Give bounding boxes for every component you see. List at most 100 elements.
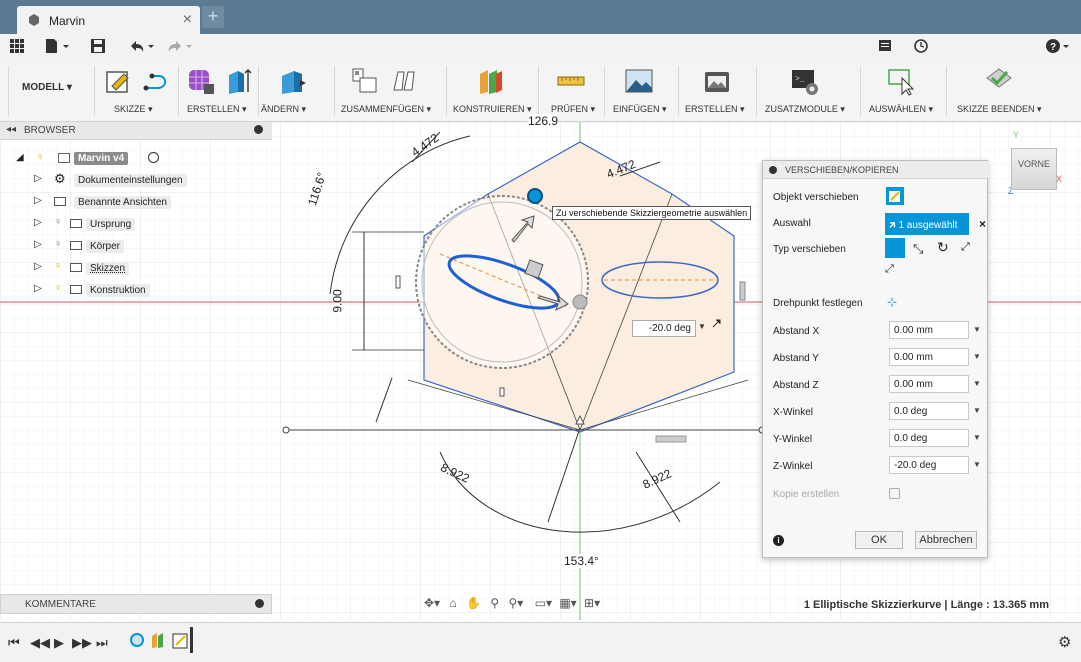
selection-button[interactable]: 🡵 1 ausgewählt bbox=[885, 213, 969, 235]
step-forward-icon[interactable]: ▶▶ bbox=[72, 635, 92, 651]
dimension-text[interactable]: 126.9 bbox=[528, 114, 559, 128]
distance-y-input[interactable]: 0.00 mm bbox=[889, 348, 969, 366]
document-tab[interactable]: Marvin × bbox=[17, 6, 200, 34]
help-icon[interactable]: ? bbox=[1045, 38, 1073, 54]
view-cube[interactable]: VORNE bbox=[1011, 148, 1057, 190]
zoom-window-icon[interactable]: ⚲▾ bbox=[508, 596, 523, 610]
timeline-marker[interactable] bbox=[190, 627, 193, 653]
ribbon-group-addins[interactable]: ZUSATZMODULE ▾ bbox=[765, 104, 845, 115]
extrude-icon[interactable] bbox=[224, 66, 254, 96]
joint-icon[interactable] bbox=[350, 66, 380, 96]
ok-button[interactable]: OK bbox=[855, 531, 903, 549]
create-form-icon[interactable] bbox=[186, 66, 216, 96]
browser-item-origin[interactable]: ▷ ♀ Ursprung bbox=[34, 215, 254, 233]
set-pivot-icon[interactable]: ⊹ bbox=[887, 295, 897, 309]
measure-icon[interactable] bbox=[556, 66, 586, 96]
ribbon-group-select[interactable]: AUSWÄHLEN ▾ bbox=[869, 104, 933, 115]
collapse-panel-icon[interactable]: ◂◂ bbox=[6, 124, 16, 135]
dialog-collapse-icon[interactable] bbox=[769, 166, 777, 174]
visibility-bulb-icon[interactable]: ♀ bbox=[54, 260, 62, 272]
render-icon[interactable] bbox=[702, 66, 732, 96]
ribbon-group-render[interactable]: ERSTELLEN ▾ bbox=[685, 104, 745, 115]
scripts-addins-icon[interactable]: >_ bbox=[790, 66, 820, 96]
ribbon-group-modify[interactable]: ÄNDERN ▾ bbox=[261, 104, 306, 115]
browser-item-document-settings[interactable]: ▷ ⚙ Dokumenteinstellungen bbox=[34, 171, 254, 189]
cancel-button[interactable]: Abbrechen bbox=[915, 531, 977, 549]
ribbon-group-assemble[interactable]: ZUSAMMENFÜGEN ▾ bbox=[341, 104, 431, 115]
create-sketch-icon[interactable] bbox=[104, 66, 134, 96]
visibility-bulb-icon[interactable]: ♀ bbox=[54, 282, 62, 294]
browser-item-construction[interactable]: ▷ ♀ Konstruktion bbox=[34, 281, 254, 299]
distance-z-input[interactable]: 0.00 mm bbox=[889, 375, 969, 393]
info-icon[interactable]: i bbox=[773, 535, 784, 546]
translate-icon[interactable]: ⤡ bbox=[913, 241, 923, 257]
ribbon-group-create[interactable]: ERSTELLEN ▾ bbox=[187, 104, 247, 115]
distance-x-input[interactable]: 0.00 mm bbox=[889, 321, 969, 339]
ribbon-group-construct[interactable]: KONSTRUIEREN ▾ bbox=[453, 104, 532, 115]
expand-arrow-icon[interactable]: ▷ bbox=[34, 195, 42, 206]
expand-arrow-icon[interactable]: ▷ bbox=[34, 217, 42, 228]
dropdown-caret-icon[interactable]: ▼ bbox=[973, 325, 981, 334]
browser-header[interactable]: ◂◂ BROWSER bbox=[0, 122, 272, 140]
dropdown-caret-icon[interactable]: ▼ bbox=[973, 406, 981, 415]
app-grid-icon[interactable] bbox=[9, 38, 25, 54]
new-tab-button[interactable]: + bbox=[202, 6, 224, 28]
add-comment-icon[interactable] bbox=[255, 599, 264, 608]
dropdown-caret-icon[interactable]: ▼ bbox=[973, 433, 981, 442]
timeline-origin-icon[interactable] bbox=[130, 633, 144, 647]
ribbon-group-finish-sketch[interactable]: SKIZZE BEENDEN ▾ bbox=[957, 104, 1042, 115]
timeline-plane-icon[interactable] bbox=[150, 631, 168, 649]
browser-options-icon[interactable] bbox=[254, 125, 263, 134]
clear-selection-icon[interactable]: × bbox=[979, 217, 986, 231]
timeline-settings-gear-icon[interactable]: ⚙ bbox=[1058, 633, 1071, 651]
sketch-object-icon[interactable] bbox=[885, 186, 905, 206]
select-icon[interactable] bbox=[886, 66, 916, 96]
zoom-icon[interactable]: ⚲ bbox=[490, 596, 499, 610]
dialog-header[interactable]: VERSCHIEBEN/KOPIEREN bbox=[763, 161, 989, 179]
expand-arrow-icon[interactable]: ▷ bbox=[34, 283, 42, 294]
dropdown-caret-icon[interactable]: ▼ bbox=[973, 352, 981, 361]
display-settings-icon[interactable]: ▭▾ bbox=[535, 596, 552, 610]
ribbon-group-sketch[interactable]: SKIZZE ▾ bbox=[114, 104, 153, 115]
timeline-sketch-icon[interactable] bbox=[172, 631, 190, 649]
press-pull-icon[interactable] bbox=[278, 66, 308, 96]
job-status-icon[interactable] bbox=[877, 38, 893, 54]
dropdown-caret-icon[interactable]: ▼ bbox=[973, 460, 981, 469]
redo-icon[interactable] bbox=[166, 38, 194, 54]
ribbon-group-insert[interactable]: EINFÜGEN ▾ bbox=[613, 104, 667, 115]
line-tool-icon[interactable] bbox=[142, 66, 172, 96]
angle-y-input[interactable]: 0.0 deg bbox=[889, 429, 969, 447]
finish-sketch-icon[interactable] bbox=[984, 66, 1014, 96]
comments-panel[interactable]: KOMMENTARE bbox=[0, 594, 272, 614]
dropdown-caret-icon[interactable]: ▼ bbox=[973, 379, 981, 388]
dimension-text[interactable]: 9.00 bbox=[331, 289, 345, 312]
visibility-bulb-icon[interactable]: ♀ bbox=[54, 216, 62, 228]
undo-icon[interactable] bbox=[128, 38, 156, 54]
as-built-joint-icon[interactable] bbox=[390, 66, 420, 96]
pan-hand-icon[interactable]: ✋ bbox=[466, 596, 481, 610]
expand-arrow-icon[interactable]: ◢ bbox=[16, 152, 24, 163]
dimension-text[interactable]: 153.4° bbox=[564, 554, 599, 568]
grid-settings-icon[interactable]: ▦▾ bbox=[559, 596, 576, 610]
browser-item-bodies[interactable]: ▷ ♀ Körper bbox=[34, 237, 254, 255]
point-to-point-icon[interactable]: ⤢ bbox=[961, 241, 970, 254]
browser-item-sketches[interactable]: ▷ ♀ Skizzen bbox=[34, 259, 254, 277]
workspace-switcher[interactable]: MODELL ▾ bbox=[22, 82, 72, 93]
look-at-icon[interactable]: ⌂ bbox=[449, 596, 456, 610]
go-to-end-icon[interactable]: ⏭ bbox=[96, 635, 108, 651]
browser-root-node[interactable]: ◢ ♀ Marvin v4 bbox=[16, 149, 216, 167]
close-tab-icon[interactable]: × bbox=[183, 11, 192, 29]
insert-image-icon[interactable] bbox=[624, 66, 654, 96]
expand-arrow-icon[interactable]: ▷ bbox=[34, 173, 42, 184]
point-to-position-icon[interactable]: ⤢ bbox=[885, 263, 894, 276]
angle-x-input[interactable]: 0.0 deg bbox=[889, 402, 969, 420]
play-icon[interactable]: ▶ bbox=[54, 635, 64, 651]
free-move-icon[interactable] bbox=[885, 238, 905, 258]
viewports-icon[interactable]: ⊞▾ bbox=[584, 596, 600, 610]
expand-arrow-icon[interactable]: ▷ bbox=[34, 261, 42, 272]
rotate-icon[interactable]: ↻ bbox=[937, 239, 949, 256]
file-menu-icon[interactable] bbox=[44, 38, 72, 54]
go-to-start-icon[interactable]: ⏮ bbox=[8, 635, 20, 651]
orbit-icon[interactable]: ✥▾ bbox=[424, 596, 440, 610]
expand-arrow-icon[interactable]: ▷ bbox=[34, 239, 42, 250]
